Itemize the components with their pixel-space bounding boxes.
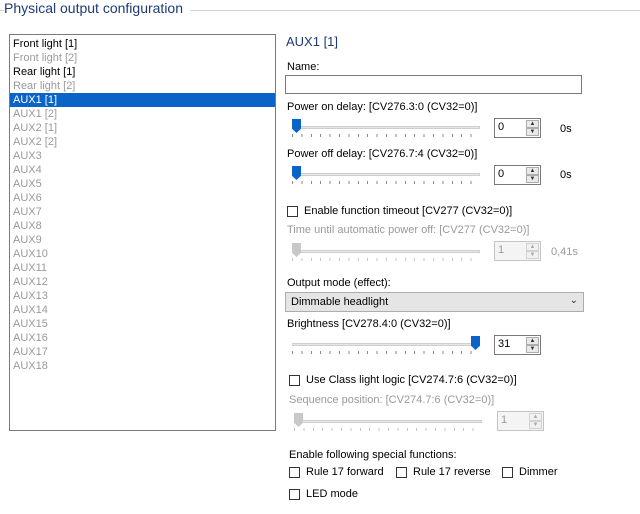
slider-ticks xyxy=(292,258,480,261)
mode-select[interactable]: Dimmable headlight ⌄ xyxy=(285,292,584,312)
list-item[interactable]: AUX3 xyxy=(10,149,275,163)
list-item[interactable]: AUX8 xyxy=(10,219,275,233)
list-item[interactable]: AUX4 xyxy=(10,163,275,177)
name-label: Name: xyxy=(287,61,320,73)
brightness-slider[interactable] xyxy=(292,336,480,356)
list-item[interactable]: AUX5 xyxy=(10,177,275,191)
rule17-forward-label: Rule 17 forward xyxy=(306,466,384,478)
dimmer-checkbox[interactable] xyxy=(502,467,513,478)
list-item[interactable]: AUX7 xyxy=(10,205,275,219)
list-item[interactable]: AUX9 xyxy=(10,233,275,247)
list-item[interactable]: AUX11 xyxy=(10,261,275,275)
list-item[interactable]: Front light [1] xyxy=(10,37,275,51)
list-item[interactable]: AUX13 xyxy=(10,289,275,303)
stepper-down-icon[interactable]: ▼ xyxy=(529,421,542,429)
brightness-label: Brightness [CV278.4:0 (CV32=0)] xyxy=(287,318,451,330)
dimmer-label: Dimmer xyxy=(519,466,558,478)
class-light-checkbox[interactable] xyxy=(289,375,300,386)
sequence-label: Sequence position: [CV274.7:6 (CV32=0)] xyxy=(289,394,495,406)
slider-thumb[interactable] xyxy=(294,413,303,427)
slider-thumb[interactable] xyxy=(292,119,301,133)
stepper-up-icon[interactable]: ▲ xyxy=(526,167,539,175)
rule17-reverse-label: Rule 17 reverse xyxy=(413,466,491,478)
slider-track xyxy=(292,250,480,253)
list-item[interactable]: Rear light [2] xyxy=(10,79,275,93)
timeout-label: Time until automatic power off: [CV277 (… xyxy=(287,224,530,236)
list-item[interactable]: Rear light [1] xyxy=(10,65,275,79)
stepper-up-icon[interactable]: ▲ xyxy=(526,243,539,251)
timeout-checkbox-label: Enable function timeout [CV277 (CV32=0)] xyxy=(304,205,513,217)
power-off-stepper[interactable]: 0 ▲ ▼ xyxy=(494,165,541,185)
stepper-value: 1 xyxy=(501,414,508,426)
group-title: Physical output configuration xyxy=(4,0,187,16)
sequence-stepper[interactable]: 1 ▲ ▼ xyxy=(497,411,544,431)
section-title: AUX1 [1] xyxy=(286,34,339,49)
slider-track xyxy=(292,126,480,129)
power-off-unit: 0s xyxy=(560,169,572,181)
rule17-forward-checkbox[interactable] xyxy=(289,467,300,478)
chevron-down-icon: ⌄ xyxy=(569,295,578,306)
power-off-slider[interactable] xyxy=(292,166,480,186)
name-field[interactable] xyxy=(285,75,582,94)
slider-thumb[interactable] xyxy=(471,336,480,350)
list-item[interactable]: AUX17 xyxy=(10,345,275,359)
stepper-up-icon[interactable]: ▲ xyxy=(526,337,539,345)
stepper-down-icon[interactable]: ▼ xyxy=(526,251,539,259)
power-on-unit: 0s xyxy=(560,123,572,135)
power-on-stepper[interactable]: 0 ▲ ▼ xyxy=(494,118,541,138)
group-border xyxy=(190,10,640,11)
list-item[interactable]: AUX2 [1] xyxy=(10,121,275,135)
timeout-stepper[interactable]: 1 ▲ ▼ xyxy=(494,241,541,261)
led-mode-label: LED mode xyxy=(306,488,358,500)
slider-track xyxy=(294,420,482,423)
list-item[interactable]: Front light [2] xyxy=(10,51,275,65)
list-item[interactable]: AUX12 xyxy=(10,275,275,289)
slider-ticks xyxy=(292,351,480,354)
brightness-stepper[interactable]: 31 ▲ ▼ xyxy=(494,335,541,355)
mode-select-value: Dimmable headlight xyxy=(291,296,389,308)
stepper-down-icon[interactable]: ▼ xyxy=(526,175,539,183)
stepper-value: 0 xyxy=(498,168,505,180)
list-item[interactable]: AUX16 xyxy=(10,331,275,345)
class-light-checkbox-label: Use Class light logic [CV274.7:6 (CV32=0… xyxy=(306,374,517,386)
stepper-up-icon[interactable]: ▲ xyxy=(529,413,542,421)
list-item[interactable]: AUX10 xyxy=(10,247,275,261)
timeout-slider[interactable] xyxy=(292,243,480,263)
slider-ticks xyxy=(294,428,482,431)
list-item[interactable]: AUX1 [1] xyxy=(10,93,275,107)
rule17-reverse-checkbox[interactable] xyxy=(396,467,407,478)
timeout-checkbox[interactable] xyxy=(287,206,298,217)
output-list[interactable]: Front light [1] Front light [2] Rear light… xyxy=(9,34,276,431)
slider-track xyxy=(292,173,480,176)
slider-thumb[interactable] xyxy=(292,243,301,257)
slider-ticks xyxy=(292,181,480,184)
list-item[interactable]: AUX14 xyxy=(10,303,275,317)
list-item[interactable]: AUX15 xyxy=(10,317,275,331)
list-item[interactable]: AUX18 xyxy=(10,359,275,373)
list-item[interactable]: AUX6 xyxy=(10,191,275,205)
special-label: Enable following special functions: xyxy=(289,449,457,461)
timeout-unit: 0,41s xyxy=(551,246,578,258)
stepper-value: 1 xyxy=(498,244,505,256)
list-item[interactable]: AUX1 [2] xyxy=(10,107,275,121)
power-off-label: Power off delay: [CV276.7:4 (CV32=0)] xyxy=(287,148,478,160)
power-on-label: Power on delay: [CV276.3:0 (CV32=0)] xyxy=(287,101,478,113)
stepper-value: 31 xyxy=(498,338,511,350)
slider-thumb[interactable] xyxy=(292,166,301,180)
stepper-up-icon[interactable]: ▲ xyxy=(526,120,539,128)
stepper-down-icon[interactable]: ▼ xyxy=(526,128,539,136)
slider-track xyxy=(292,343,480,346)
power-on-slider[interactable] xyxy=(292,119,480,139)
mode-label: Output mode (effect): xyxy=(287,277,391,289)
led-mode-checkbox[interactable] xyxy=(289,489,300,500)
stepper-value: 0 xyxy=(498,121,505,133)
sequence-slider[interactable] xyxy=(294,413,482,433)
list-item[interactable]: AUX2 [2] xyxy=(10,135,275,149)
slider-ticks xyxy=(292,134,480,137)
stepper-down-icon[interactable]: ▼ xyxy=(526,345,539,353)
